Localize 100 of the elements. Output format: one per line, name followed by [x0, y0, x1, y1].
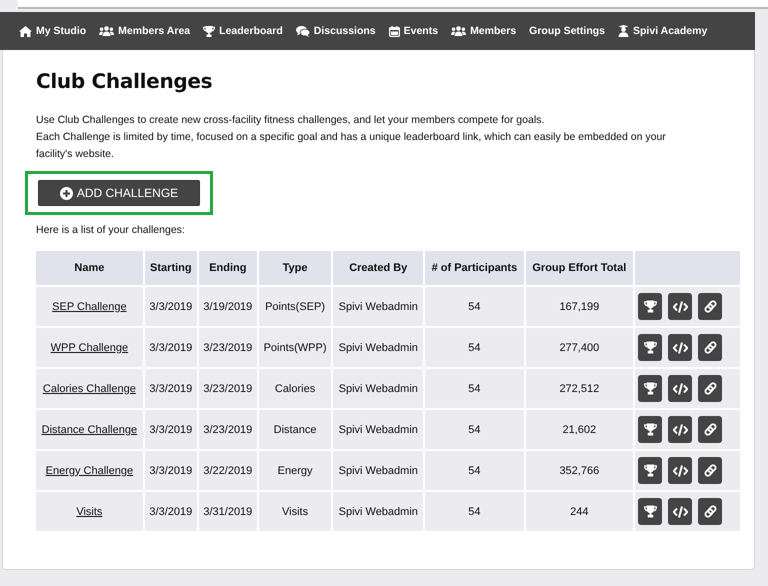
table-cell: 3/3/2019 — [144, 451, 197, 490]
table-cell: Points(SEP) — [258, 287, 332, 326]
table-cell: 3/23/2019 — [198, 410, 257, 449]
column-header: Group Effort Total — [526, 251, 633, 285]
nav-item[interactable]: Group Settings — [529, 25, 606, 37]
table-cell: Spivi Webadmin — [333, 451, 424, 490]
page-title: Club Challenges — [36, 68, 214, 93]
trophy-icon — [644, 300, 656, 313]
embed-code-button[interactable] — [668, 416, 692, 443]
copy-link-button[interactable] — [698, 416, 722, 443]
embed-code-button[interactable] — [668, 375, 692, 402]
code-icon — [672, 424, 688, 436]
nav-item[interactable]: Spivi Academy — [618, 25, 708, 37]
table-cell: 244 — [526, 492, 633, 531]
intro-text: Use Club Challenges to create new cross-facility fitness challenges, and let your members compete for goals. — [36, 113, 546, 128]
table-cell: Spivi Webadmin — [333, 492, 424, 531]
table-cell: 54 — [425, 328, 524, 367]
table-cell: Spivi Webadmin — [333, 328, 424, 367]
home-icon — [19, 26, 32, 36]
table-cell: Energy — [258, 451, 332, 490]
code-icon — [672, 506, 688, 518]
column-header: Type — [258, 251, 332, 285]
table-cell: 3/22/2019 — [198, 451, 257, 490]
table-cell: Calories — [258, 369, 332, 408]
leaderboard-button[interactable] — [638, 416, 662, 443]
challenge-link[interactable]: Visits — [76, 506, 102, 518]
link-icon — [704, 423, 716, 436]
list-caption: Here is a list of your challenges: — [36, 224, 186, 236]
code-icon — [672, 342, 688, 354]
table-cell: 352,766 — [526, 451, 633, 490]
embed-code-button[interactable] — [668, 334, 692, 361]
leaderboard-button[interactable] — [638, 293, 662, 320]
table-cell: Spivi Webadmin — [333, 410, 424, 449]
table-cell: Spivi Webadmin — [333, 287, 424, 326]
nav-item[interactable]: Members Area — [99, 25, 190, 37]
column-header: Name — [36, 251, 143, 285]
table-cell: 3/3/2019 — [144, 410, 197, 449]
chat-bubbles-icon — [296, 26, 310, 36]
copy-link-button[interactable] — [698, 498, 722, 525]
trophy-icon — [203, 26, 216, 36]
embed-code-button[interactable] — [668, 498, 692, 525]
leaderboard-button[interactable] — [638, 457, 662, 484]
table-cell: 3/3/2019 — [144, 492, 197, 531]
embed-code-button[interactable] — [668, 293, 692, 320]
nav-item[interactable]: Members — [451, 25, 516, 37]
link-icon — [704, 382, 716, 395]
code-icon — [672, 382, 688, 394]
table-cell: 54 — [425, 492, 524, 531]
table-cell: 3/19/2019 — [198, 287, 257, 326]
add-challenge-button[interactable]: ADD CHALLENGE — [38, 180, 200, 206]
code-icon — [672, 464, 688, 476]
link-icon — [704, 300, 716, 313]
table-cell: 167,199 — [526, 287, 633, 326]
calendar-icon — [388, 26, 400, 36]
table-cell: 54 — [425, 287, 524, 326]
trophy-icon — [644, 505, 656, 518]
link-icon — [704, 464, 716, 477]
column-header: # of Participants — [425, 251, 524, 285]
leaderboard-button[interactable] — [638, 498, 662, 525]
copy-link-button[interactable] — [698, 457, 722, 484]
trophy-icon — [644, 382, 656, 395]
plus-circle-icon — [60, 186, 73, 200]
table-cell: Visits — [258, 492, 332, 531]
leaderboard-button[interactable] — [638, 334, 662, 361]
table-cell: 277,400 — [526, 328, 633, 367]
code-icon — [672, 300, 688, 312]
table-cell: Points(WPP) — [258, 328, 332, 367]
nav-item[interactable]: Events — [388, 25, 438, 37]
copy-link-button[interactable] — [698, 334, 722, 361]
table-cell: 3/23/2019 — [198, 369, 257, 408]
column-header: Ending — [198, 251, 257, 285]
trophy-icon — [644, 423, 656, 436]
nav-item[interactable]: My Studio — [19, 25, 86, 37]
table-cell: 21,602 — [526, 410, 633, 449]
table-cell: 3/23/2019 — [198, 328, 257, 367]
table-cell: 272,512 — [526, 369, 633, 408]
trophy-icon — [644, 464, 656, 477]
leaderboard-button[interactable] — [638, 375, 662, 402]
copy-link-button[interactable] — [698, 375, 722, 402]
nav-item[interactable]: Leaderboard — [203, 25, 283, 37]
nav-item[interactable]: Discussions — [296, 25, 376, 37]
table-cell: 3/3/2019 — [144, 369, 197, 408]
table-cell: Distance — [258, 410, 332, 449]
table-cell: Spivi Webadmin — [333, 369, 424, 408]
copy-link-button[interactable] — [698, 293, 722, 320]
table-cell: 54 — [425, 451, 524, 490]
trophy-icon — [644, 341, 656, 354]
column-header: Starting — [144, 251, 197, 285]
embed-code-button[interactable] — [668, 457, 692, 484]
column-header: Created By — [333, 251, 424, 285]
table-cell: 3/3/2019 — [144, 287, 197, 326]
users-icon — [451, 26, 466, 36]
table-cell: 3/3/2019 — [144, 328, 197, 367]
table-cell: 3/31/2019 — [198, 492, 257, 531]
table-cell: 54 — [425, 410, 524, 449]
intro-text: Each Challenge is limited by time, focused on a specific goal and has a unique leaderboard link, which can easily be embedded on your facility's website. — [36, 130, 667, 162]
table-cell: 54 — [425, 369, 524, 408]
graduate-icon — [618, 25, 630, 37]
link-icon — [704, 505, 716, 518]
link-icon — [704, 341, 716, 354]
